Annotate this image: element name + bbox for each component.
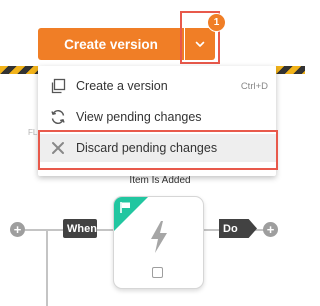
menu-item-create-version[interactable]: Create a version Ctrl+D [38,72,276,100]
menu-item-label: Create a version [76,79,168,93]
select-checkbox[interactable] [152,267,163,278]
menu-item-label: View pending changes [76,110,202,124]
bolt-icon [151,221,167,253]
flow-line-vertical-left [46,229,48,306]
canvas-faint-label: FL [28,128,38,137]
create-version-button[interactable]: Create version [38,28,184,60]
menu-item-view-pending-changes[interactable]: View pending changes [38,103,276,131]
app-window: Create version 1 FL + + When Do Item Is … [0,0,305,306]
add-step-before-button[interactable]: + [10,222,25,237]
trigger-title: Item Is Added [129,175,191,186]
toolbar: Create version 1 [0,0,305,67]
sync-icon [44,109,72,125]
flag-icon [120,202,130,213]
pending-changes-badge: 1 [207,13,226,32]
discard-highlight-box [38,130,278,170]
warning-stripe-left [0,66,38,74]
copy-icon [44,78,72,94]
add-step-after-button[interactable]: + [263,222,278,237]
menu-item-shortcut: Ctrl+D [240,80,268,92]
when-tag: When [63,219,97,238]
warning-stripe-right [276,66,305,74]
trigger-card[interactable] [113,196,204,289]
